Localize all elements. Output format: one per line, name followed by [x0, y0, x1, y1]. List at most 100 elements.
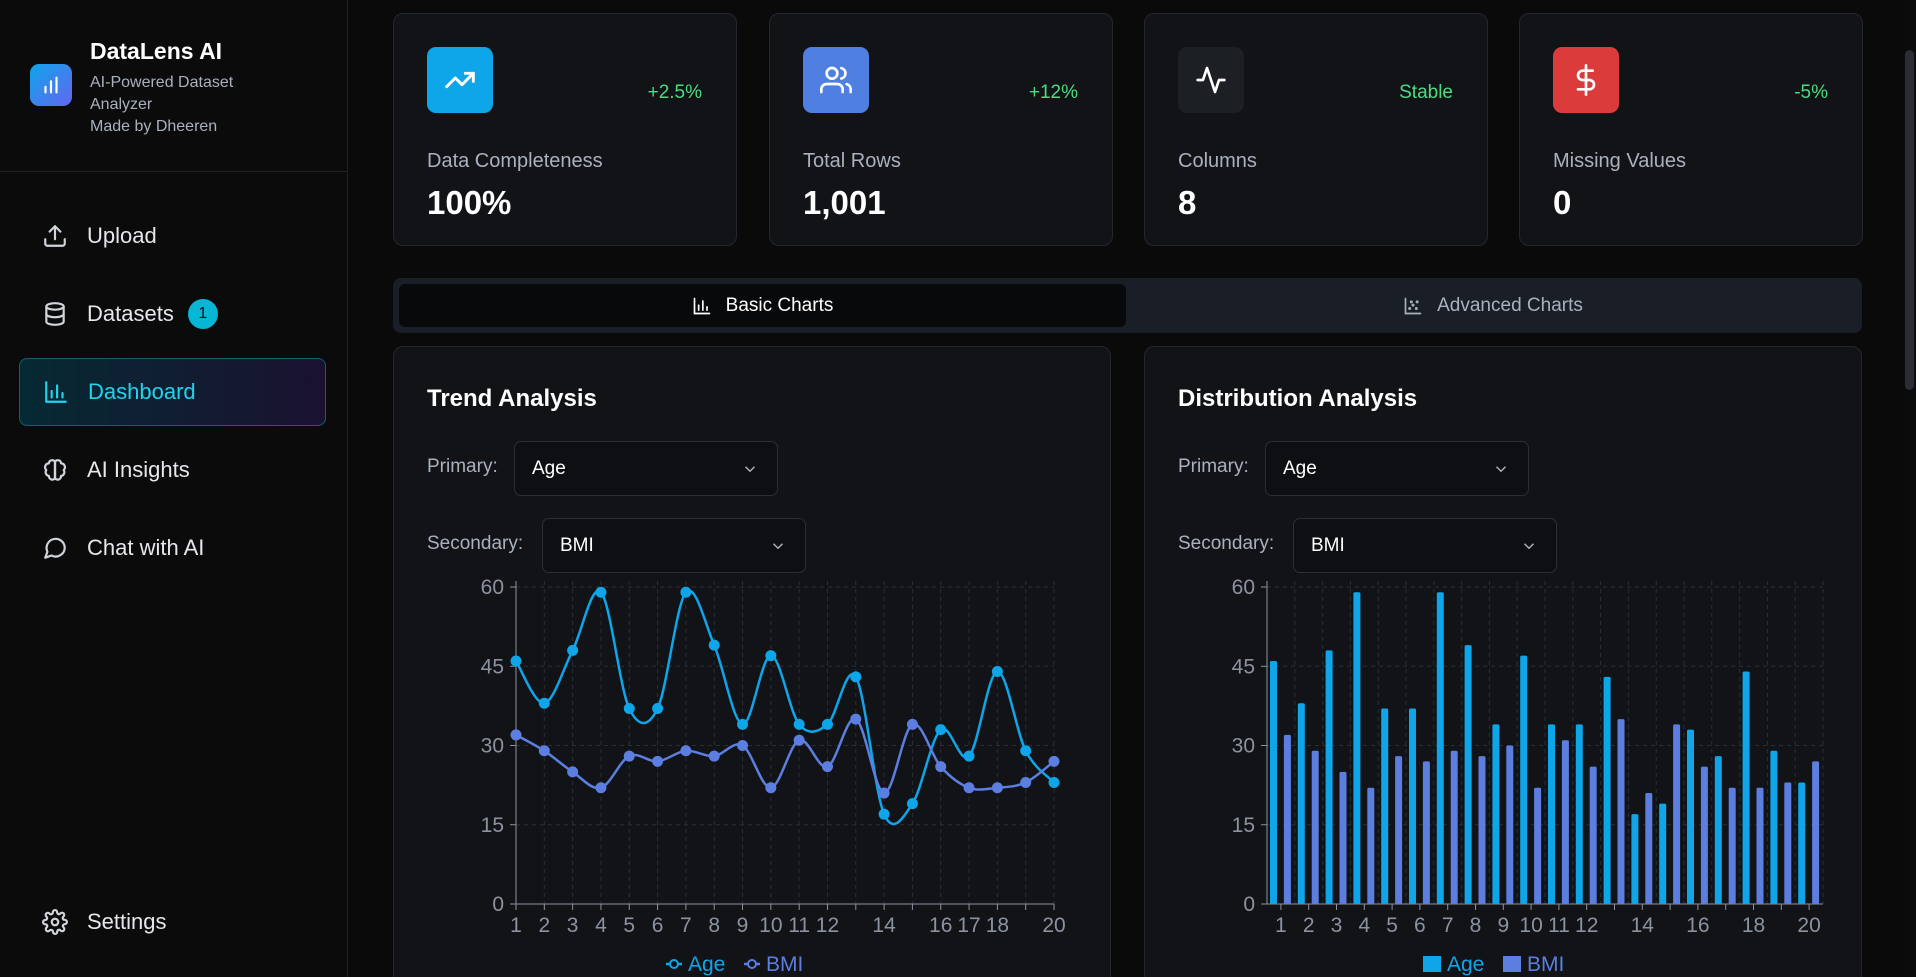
- tab-basic-charts[interactable]: Basic Charts: [399, 284, 1126, 327]
- nav-upload[interactable]: Upload: [19, 202, 326, 270]
- bar-age: [1436, 592, 1444, 904]
- stat-value: 0: [1553, 184, 1572, 221]
- scrollbar-thumb[interactable]: [1905, 50, 1914, 390]
- data-point-age: [538, 697, 550, 709]
- data-point-age: [878, 808, 890, 820]
- data-point-bmi: [963, 782, 975, 794]
- legend-label-age: Age: [1447, 953, 1484, 976]
- x-tick-label: 7: [1442, 914, 1454, 937]
- bar-bmi: [1617, 719, 1625, 904]
- bar-age: [1631, 814, 1639, 904]
- bar-bmi: [1645, 793, 1653, 904]
- stat-value: 8: [1178, 184, 1197, 221]
- bar-age: [1659, 803, 1667, 904]
- trend-analysis-panel: Trend Analysis Primary: Age Secondary: B…: [393, 346, 1111, 977]
- x-tick-label: 16: [929, 914, 952, 937]
- x-tick-label: 8: [708, 914, 720, 937]
- bar-bmi: [1589, 766, 1597, 904]
- database-icon: [41, 300, 69, 328]
- app-window: DataLens AI AI-Powered Dataset Analyzer …: [0, 0, 1916, 977]
- x-tick-label: 11: [788, 914, 810, 937]
- x-tick-label: 3: [567, 914, 579, 937]
- x-tick-label: 9: [737, 914, 749, 937]
- bar-chart-icon: [692, 296, 712, 316]
- nav-datasets[interactable]: Datasets 1: [19, 280, 326, 348]
- data-point-age: [991, 666, 1003, 678]
- bar-bmi: [1561, 740, 1569, 904]
- data-point-age: [1048, 776, 1060, 788]
- bar-age: [1353, 592, 1361, 904]
- data-point-bmi: [906, 718, 918, 730]
- nav-dashboard-label: Dashboard: [88, 379, 196, 404]
- data-point-age: [708, 639, 720, 651]
- bar-age: [1687, 729, 1694, 904]
- data-point-bmi: [652, 755, 664, 767]
- y-tick-label: 60: [481, 576, 504, 599]
- scatter-chart-icon: [1403, 296, 1423, 316]
- tab-advanced-label: Advanced Charts: [1437, 294, 1583, 316]
- message-circle-icon: [41, 534, 69, 562]
- brand-header: DataLens AI AI-Powered Dataset Analyzer …: [0, 0, 348, 172]
- gear-icon: [41, 908, 69, 936]
- stat-label: Total Rows: [803, 150, 901, 172]
- stat-change: Stable: [1399, 82, 1453, 103]
- bar-age: [1798, 782, 1806, 904]
- data-point-bmi: [737, 740, 749, 751]
- stat-label: Data Completeness: [427, 150, 603, 172]
- x-tick-label: 5: [623, 914, 635, 937]
- x-tick-label: 10: [759, 914, 782, 937]
- users-icon: [803, 47, 869, 113]
- x-tick-label: 14: [1631, 914, 1655, 937]
- x-tick-label: 8: [1470, 914, 1482, 937]
- bar-bmi: [1311, 750, 1319, 904]
- app-subtitle: AI-Powered Dataset Analyzer Made by Dhee…: [90, 72, 290, 138]
- y-tick-label: 15: [481, 814, 504, 837]
- bar-age: [1381, 708, 1389, 904]
- x-tick-label: 2: [1303, 914, 1315, 937]
- data-point-bmi: [623, 750, 635, 762]
- tab-advanced-charts[interactable]: Advanced Charts: [1130, 284, 1856, 327]
- x-tick-label: 1: [510, 914, 522, 937]
- bar-age: [1742, 671, 1750, 904]
- data-point-age: [567, 644, 579, 656]
- stat-card-columns: Stable Columns 8: [1144, 13, 1488, 246]
- nav-ai-insights[interactable]: AI Insights: [19, 436, 326, 504]
- bar-age: [1714, 756, 1722, 904]
- x-tick-label: 5: [1386, 914, 1398, 937]
- x-tick-label: 7: [680, 914, 692, 937]
- x-tick-label: 12: [1575, 914, 1598, 937]
- main-scrollbar[interactable]: [1903, 0, 1916, 977]
- x-tick-label: 16: [1686, 914, 1709, 937]
- stat-value: 100%: [427, 184, 512, 221]
- data-point-bmi: [793, 734, 805, 746]
- x-tick-label: 14: [872, 914, 896, 937]
- data-point-age: [821, 718, 833, 730]
- bar-chart-logo-icon: [30, 64, 72, 106]
- nav-chat[interactable]: Chat with AI: [19, 514, 326, 582]
- bar-bmi: [1478, 756, 1486, 904]
- bar-bmi: [1784, 782, 1792, 904]
- stat-card-completeness: +2.5% Data Completeness 100%: [393, 13, 737, 246]
- bar-bmi: [1422, 761, 1430, 904]
- y-tick-label: 45: [481, 655, 504, 678]
- legend-label-bmi: BMI: [766, 953, 803, 976]
- x-tick-label: 4: [595, 914, 607, 937]
- bar-bmi: [1812, 761, 1820, 904]
- y-tick-label: 0: [1243, 893, 1255, 916]
- x-tick-label: 20: [1797, 914, 1820, 937]
- nav-dashboard[interactable]: Dashboard: [19, 358, 326, 426]
- y-tick-label: 60: [1232, 576, 1255, 599]
- data-point-age: [850, 671, 862, 683]
- bar-age: [1548, 724, 1555, 904]
- distribution-analysis-panel: Distribution Analysis Primary: Age Secon…: [1144, 346, 1862, 977]
- data-point-bmi: [680, 745, 692, 757]
- bar-age: [1575, 724, 1583, 904]
- trending-up-icon: [427, 47, 493, 113]
- stat-label: Columns: [1178, 150, 1257, 172]
- x-tick-label: 18: [986, 914, 1009, 937]
- stat-card-missing: -5% Missing Values 0: [1519, 13, 1863, 246]
- x-tick-label: 4: [1358, 914, 1370, 937]
- nav-settings[interactable]: Settings: [19, 888, 326, 956]
- bar-bmi: [1506, 745, 1514, 904]
- data-point-age: [737, 718, 749, 730]
